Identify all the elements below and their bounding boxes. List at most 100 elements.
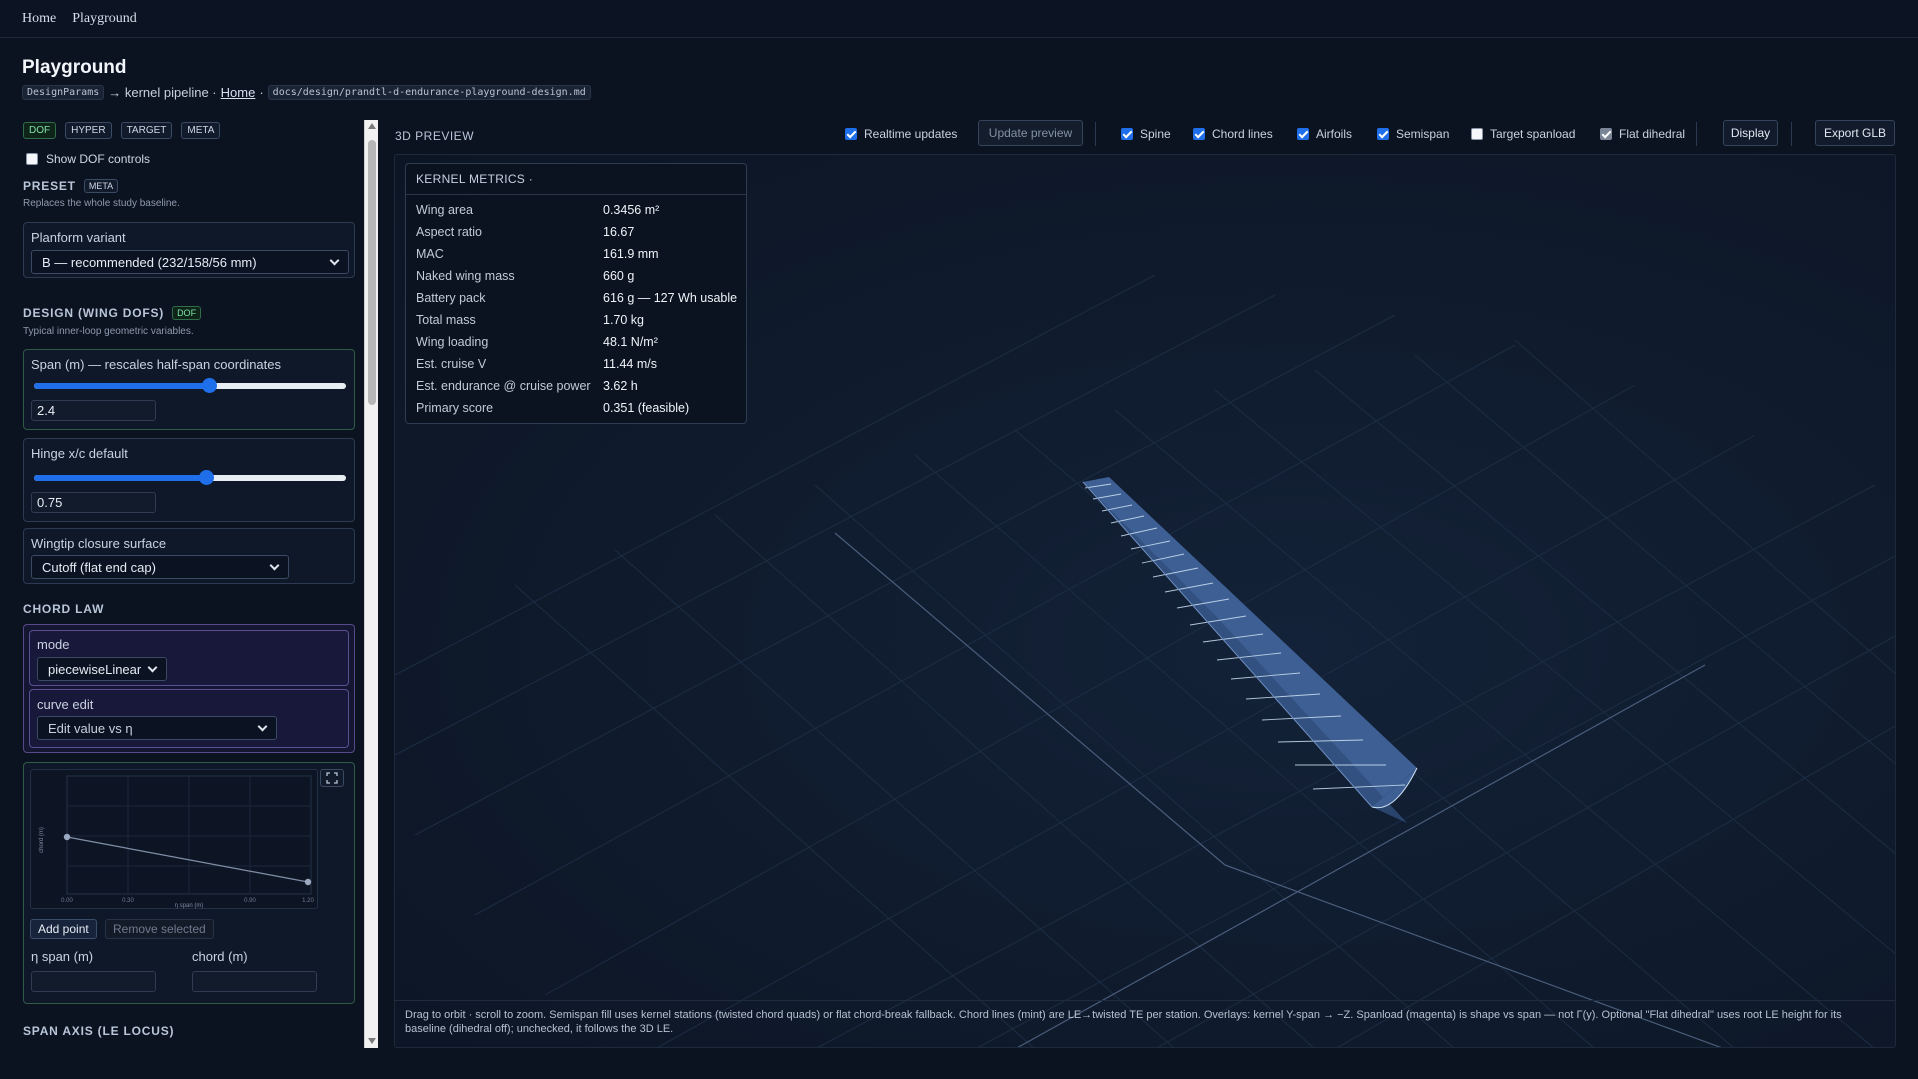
dot-separator: · — [259, 85, 264, 100]
spine-checkbox[interactable] — [1121, 128, 1133, 140]
curve-point[interactable] — [63, 833, 71, 841]
metric-label: Wing area — [416, 203, 473, 217]
span-control-box: Span (m) — rescales half-span coordinate… — [23, 349, 355, 430]
chord-value-input[interactable] — [192, 971, 317, 992]
add-point-button[interactable]: Add point — [30, 919, 97, 939]
page-title: Playground — [22, 57, 127, 78]
home-link[interactable]: Home — [221, 85, 256, 100]
realtime-checkbox[interactable] — [845, 128, 857, 140]
scroll-thumb[interactable] — [368, 140, 376, 405]
span-slider-fill — [34, 383, 209, 389]
update-preview-button[interactable]: Update preview — [978, 120, 1083, 146]
chord-lines-toggle[interactable]: Chord lines — [1193, 120, 1273, 148]
metric-value: 1.70 kg — [603, 313, 645, 327]
expand-chart-button[interactable] — [320, 769, 344, 787]
top-nav: Home Playground — [0, 0, 1918, 38]
chord-law-heading-text: CHORD LAW — [23, 602, 105, 616]
target-spanload-label: Target spanload — [1490, 127, 1576, 141]
planform-variant-box: Planform variant B — recommended (232/15… — [23, 222, 355, 278]
viewport-caption: Drag to orbit · scroll to zoom. Semispan… — [405, 1009, 1842, 1035]
span-slider[interactable] — [34, 378, 346, 393]
span-value-input[interactable]: 2.4 — [31, 400, 156, 421]
chevron-down-icon — [147, 662, 158, 672]
metric-row: Naked wing mass 660 g — [416, 269, 746, 290]
chevron-down-icon — [257, 721, 268, 731]
realtime-toggle[interactable]: Realtime updates — [845, 120, 957, 148]
design-subtext: Typical inner-loop geometric variables. — [23, 326, 194, 337]
curve-point[interactable] — [304, 878, 312, 886]
show-dof-label: Show DOF controls — [46, 152, 151, 166]
hinge-slider-fill — [34, 475, 206, 481]
span-axis-heading: SPAN AXIS (LE LOCUS) — [23, 1024, 174, 1038]
chord-lines-label: Chord lines — [1212, 127, 1273, 141]
chord-curve-line — [66, 836, 309, 883]
chart-x-tick: 1.20 — [302, 898, 314, 904]
target-spanload-checkbox[interactable] — [1471, 128, 1483, 140]
planform-variant-select[interactable]: B — recommended (232/158/56 mm) — [31, 250, 349, 274]
metric-label: Wing loading — [416, 335, 489, 349]
chart-x-tick: 0.30 — [122, 898, 134, 904]
curve-edit-select[interactable]: Edit value vs η — [37, 716, 277, 740]
design-dof-tag: DOF — [172, 306, 202, 320]
preset-subtext: Replaces the whole study baseline. — [23, 198, 180, 209]
doc-path-code: docs/design/prandtl-d-endurance-playgrou… — [267, 85, 591, 100]
chord-lines-checkbox[interactable] — [1193, 128, 1205, 140]
chord-curve-plot[interactable]: chord (m) 0.00 0.30 0.90 1.20 η span (m) — [31, 770, 319, 910]
flat-dihedral-checkbox[interactable] — [1600, 128, 1612, 140]
eta-span-input[interactable] — [31, 971, 156, 992]
semispan-toggle[interactable]: Semispan — [1377, 120, 1449, 148]
design-heading-text: DESIGN (WING DOFS) — [23, 306, 165, 320]
airfoils-toggle[interactable]: Airfoils — [1297, 120, 1352, 148]
chart-x-tick: 0.00 — [61, 898, 73, 904]
metric-row: MAC 161.9 mm — [416, 247, 746, 268]
pipeline-text: → kernel pipeline · — [108, 85, 217, 100]
chart-y-label: chord (m) — [39, 827, 45, 853]
remove-selected-button[interactable]: Remove selected — [105, 919, 214, 939]
spine-toggle[interactable]: Spine — [1121, 120, 1171, 148]
wingtip-closure-select[interactable]: Cutoff (flat end cap) — [31, 555, 289, 579]
spine-label: Spine — [1140, 127, 1171, 141]
semispan-label: Semispan — [1396, 127, 1450, 141]
metric-row: Primary score 0.351 (feasible) — [416, 401, 746, 422]
chevron-down-icon — [269, 560, 280, 570]
wingtip-closure-box: Wingtip closure surface Cutoff (flat end… — [23, 528, 355, 584]
tag-meta[interactable]: META — [181, 122, 221, 139]
hinge-value-input[interactable]: 0.75 — [31, 492, 156, 513]
span-slider-knob[interactable] — [201, 378, 217, 393]
airfoils-label: Airfoils — [1316, 127, 1353, 141]
preset-heading: PRESET META — [23, 179, 119, 193]
airfoils-checkbox[interactable] — [1297, 128, 1309, 140]
nav-home-link[interactable]: Home — [22, 11, 56, 27]
scroll-up-icon[interactable] — [368, 123, 376, 129]
control-filter-tags: DOF HYPER TARGET META — [23, 122, 221, 139]
display-button[interactable]: Display — [1723, 120, 1778, 146]
chord-curve-chart[interactable]: chord (m) 0.00 0.30 0.90 1.20 η span (m) — [30, 769, 318, 909]
controls-panel[interactable]: DOF HYPER TARGET META Show DOF controls … — [18, 120, 368, 1048]
chart-x-tick: 0.90 — [244, 898, 256, 904]
hinge-slider-knob[interactable] — [198, 470, 214, 485]
metric-value: 3.62 h — [603, 379, 638, 393]
semispan-checkbox[interactable] — [1377, 128, 1389, 140]
tag-target[interactable]: TARGET — [120, 122, 173, 139]
hinge-slider[interactable] — [34, 470, 346, 485]
design-heading: DESIGN (WING DOFS) DOF — [23, 306, 202, 320]
chord-mode-value: piecewiseLinear — [48, 661, 142, 677]
tag-hyper[interactable]: HYPER — [65, 122, 112, 139]
kernel-metrics-heading: KERNEL METRICS · — [416, 172, 534, 186]
chevron-down-icon — [329, 255, 340, 265]
3d-viewport[interactable]: KERNEL METRICS · Wing area 0.3456 m² Aspe… — [394, 154, 1896, 1048]
scroll-down-icon[interactable] — [368, 1038, 376, 1044]
show-dof-toggle[interactable]: Show DOF controls — [26, 152, 150, 166]
flat-dihedral-toggle[interactable]: Flat dihedral — [1600, 120, 1685, 148]
curve-edit-box: curve edit Edit value vs η — [29, 689, 349, 748]
tag-dof[interactable]: DOF — [23, 122, 57, 139]
controls-scrollbar[interactable] — [364, 120, 378, 1048]
chord-mode-select[interactable]: piecewiseLinear — [37, 657, 167, 681]
export-glb-button[interactable]: Export GLB — [1815, 120, 1895, 146]
target-spanload-toggle[interactable]: Target spanload — [1471, 120, 1575, 148]
metric-label: Aspect ratio — [416, 225, 483, 239]
nav-playground-link[interactable]: Playground — [72, 11, 137, 27]
design-params-code: DesignParams — [22, 85, 105, 100]
show-dof-checkbox[interactable] — [26, 153, 38, 165]
metric-label: Naked wing mass — [416, 269, 515, 283]
